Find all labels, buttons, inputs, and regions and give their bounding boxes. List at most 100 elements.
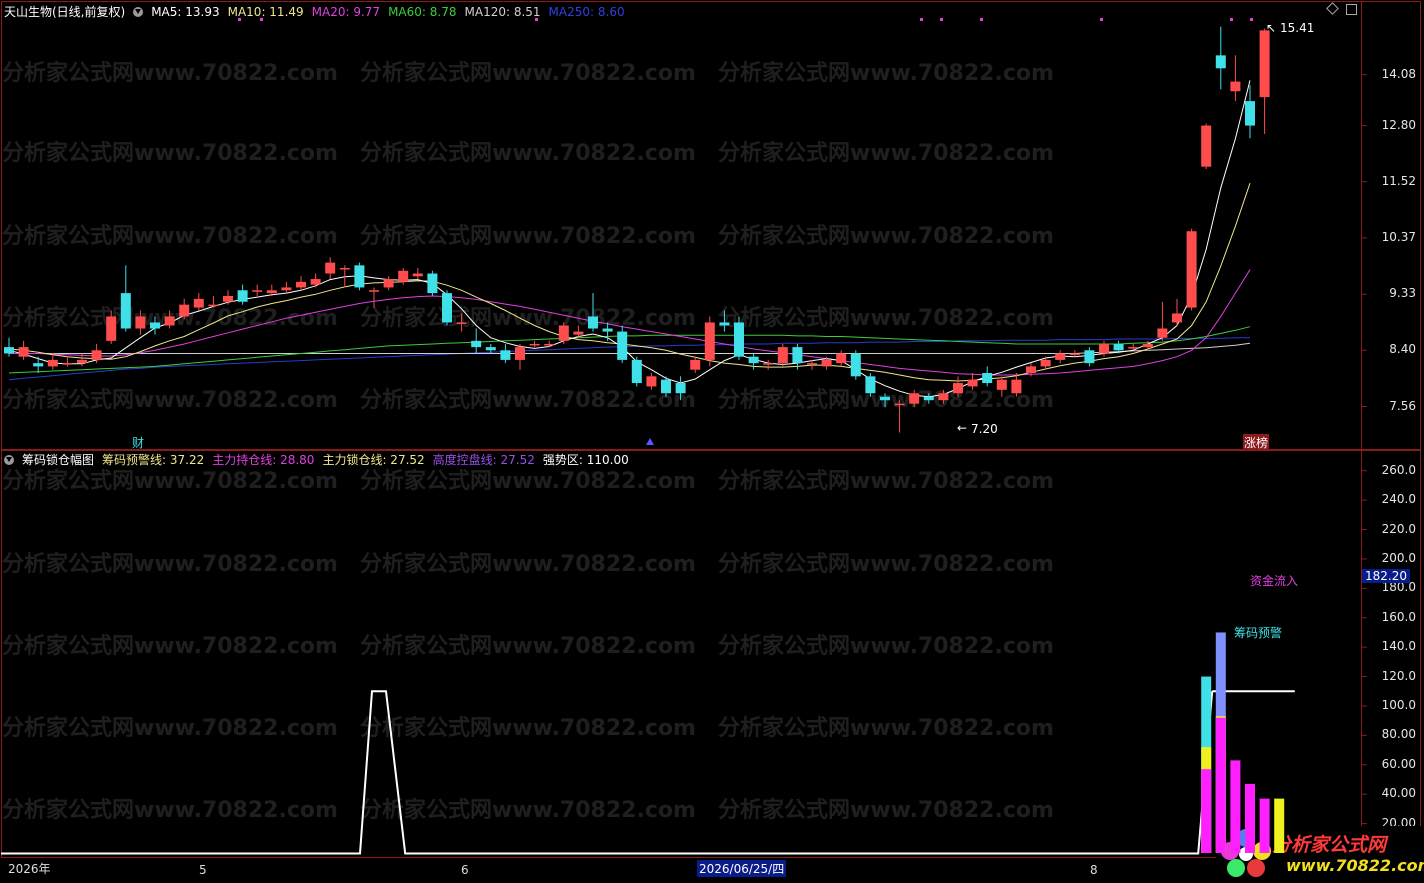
candle-body xyxy=(223,295,233,302)
candle-body xyxy=(179,304,190,317)
candle-body xyxy=(880,396,890,401)
indicator-bar-magenta xyxy=(1201,769,1212,853)
candle-body xyxy=(354,265,365,288)
candle-body xyxy=(1055,353,1066,360)
candle-body xyxy=(135,316,146,329)
candle-body xyxy=(631,359,642,384)
candle-body xyxy=(1259,30,1270,98)
signal-dot xyxy=(980,18,983,21)
candle-body xyxy=(91,350,102,360)
candle-body xyxy=(617,331,628,360)
signal-dot xyxy=(940,18,943,21)
candle-body xyxy=(1215,55,1226,69)
candle-body xyxy=(150,322,160,329)
candle-body xyxy=(690,359,701,370)
candle-body xyxy=(1011,379,1022,394)
candle-body xyxy=(1084,350,1095,364)
candle-body xyxy=(704,322,715,360)
candle-body xyxy=(894,403,905,406)
candle-body xyxy=(281,287,292,291)
candle-body xyxy=(909,393,920,404)
candle-body xyxy=(763,363,774,365)
candle-body xyxy=(1040,359,1051,367)
signal-dot xyxy=(1100,18,1103,21)
candle-body xyxy=(310,279,321,285)
candle-body xyxy=(412,273,423,277)
candle-body xyxy=(4,347,14,354)
candle-body xyxy=(777,347,788,364)
candle-body xyxy=(1230,81,1241,92)
candle-body xyxy=(1172,313,1182,323)
candle-body xyxy=(529,343,540,346)
candle-body xyxy=(33,363,44,367)
candle-body xyxy=(748,356,759,364)
candle-body xyxy=(1201,125,1212,167)
candle-body xyxy=(1099,343,1109,354)
candle-body xyxy=(193,298,204,308)
candle-body xyxy=(646,376,657,387)
candle-body xyxy=(120,293,131,329)
signal-dot xyxy=(260,18,263,21)
signal-dot xyxy=(1250,18,1253,21)
ma5-line xyxy=(8,80,1251,398)
candle-body xyxy=(982,372,993,384)
candle-body xyxy=(1069,353,1080,355)
indicator-step-line xyxy=(1,690,1214,855)
candle-body xyxy=(77,359,87,364)
candle-body xyxy=(938,393,949,401)
candle-body xyxy=(47,359,58,367)
candle-body xyxy=(398,270,409,282)
candle-body xyxy=(953,383,963,394)
candle-body xyxy=(325,262,336,274)
candle-body xyxy=(850,353,861,377)
candle-body xyxy=(558,325,569,341)
indicator-bar-yellow xyxy=(1274,798,1285,853)
signal-dot xyxy=(238,18,241,21)
candle-body xyxy=(296,281,306,288)
candle-body xyxy=(515,347,525,360)
candle-body xyxy=(661,379,671,394)
candle-body xyxy=(1186,231,1197,308)
ma10-line xyxy=(8,183,1251,382)
signal-dot xyxy=(535,18,538,21)
candle-body xyxy=(62,363,73,365)
candle-body xyxy=(383,279,394,288)
candle-body xyxy=(18,347,29,357)
chart-canvas[interactable] xyxy=(0,0,1424,883)
indicator-bar-magenta xyxy=(1245,783,1255,853)
candle-body xyxy=(252,290,263,292)
candle-body xyxy=(1128,347,1139,349)
candle-body xyxy=(369,290,379,292)
candle-body xyxy=(821,359,832,367)
signal-dot xyxy=(1230,18,1233,21)
candle-body xyxy=(544,343,555,346)
candle-body xyxy=(1157,328,1168,338)
candle-body xyxy=(1026,366,1036,373)
indicator-bar-magenta xyxy=(1259,798,1270,853)
candle-body xyxy=(996,379,1007,390)
candle-body xyxy=(923,396,934,401)
candle-body xyxy=(106,316,117,341)
signal-dot xyxy=(920,18,923,21)
candle-body xyxy=(967,379,978,387)
candle-body xyxy=(1113,343,1124,351)
candle-body xyxy=(792,347,803,364)
candle-body xyxy=(339,268,350,270)
candle-body xyxy=(734,322,744,357)
candle-body xyxy=(807,363,817,365)
candle-body xyxy=(208,304,219,307)
candle-body xyxy=(588,316,598,329)
candle-body xyxy=(266,290,277,294)
candle-body xyxy=(500,350,511,360)
candle-body xyxy=(675,383,686,394)
candle-body xyxy=(427,273,438,294)
candle-body xyxy=(836,353,847,364)
candle-body xyxy=(237,290,248,302)
candle-body xyxy=(865,376,876,394)
candle-body xyxy=(442,293,452,323)
ma60-line xyxy=(8,326,1251,374)
candle-body xyxy=(573,331,584,335)
candle-body xyxy=(602,328,613,332)
candle-body xyxy=(719,322,730,326)
candle-body xyxy=(471,340,482,348)
